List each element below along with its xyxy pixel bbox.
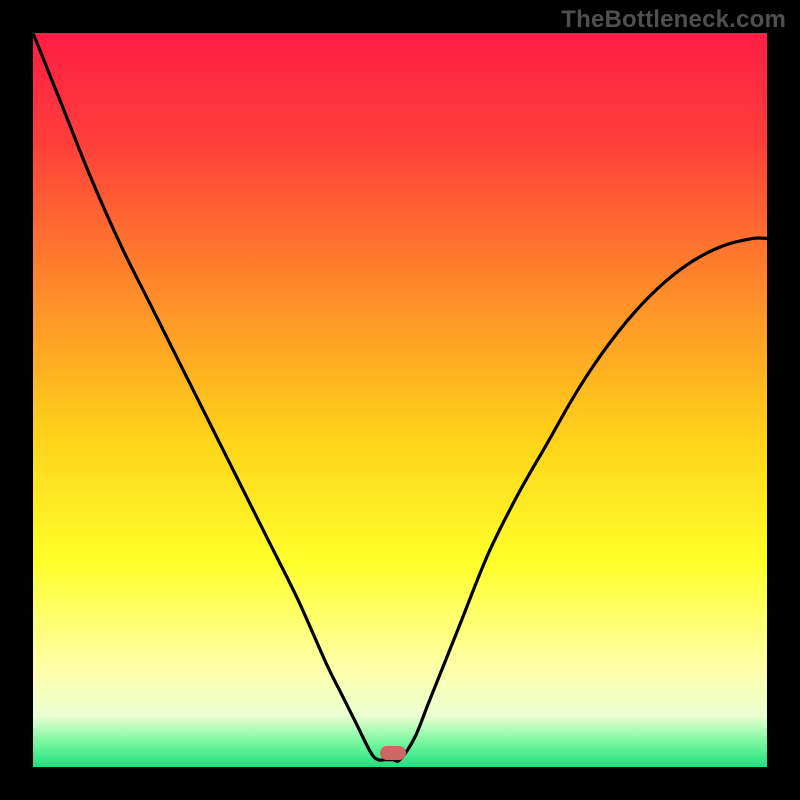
plot-area xyxy=(33,33,767,767)
bottleneck-curve xyxy=(33,33,767,767)
optimal-marker xyxy=(380,746,406,760)
chart-frame: TheBottleneck.com xyxy=(0,0,800,800)
watermark-text: TheBottleneck.com xyxy=(561,6,786,34)
